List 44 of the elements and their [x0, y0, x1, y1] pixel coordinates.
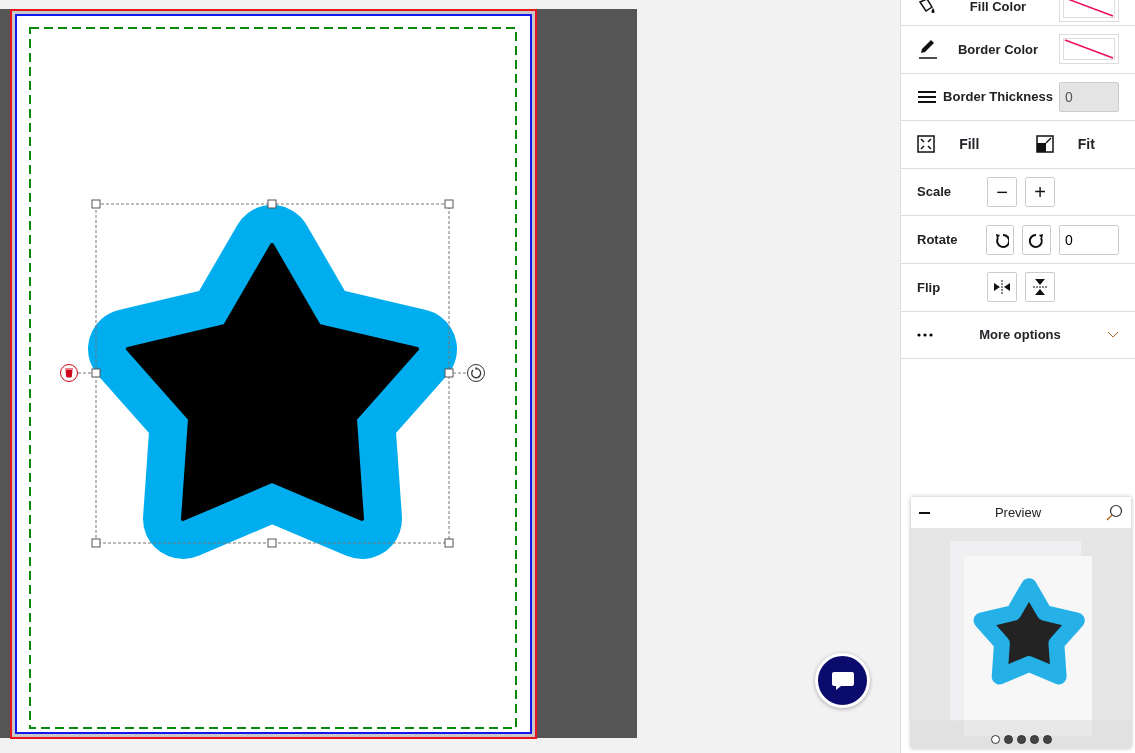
field-label: Scale [917, 183, 952, 202]
resize-handle[interactable] [444, 199, 454, 209]
resize-handle[interactable] [91, 368, 101, 378]
zoom-out-button[interactable]: − [987, 177, 1017, 208]
more-icon [917, 332, 933, 337]
delete-icon[interactable] [60, 364, 78, 382]
carousel-dot[interactable] [1016, 735, 1026, 744]
fit-button[interactable]: Fit [1019, 121, 1135, 168]
resize-handle[interactable] [267, 538, 277, 548]
resize-handle[interactable] [444, 368, 454, 378]
rotate-right-button[interactable] [1022, 224, 1051, 255]
zoom-in-button[interactable]: + [1025, 177, 1055, 208]
expand-icon [917, 135, 935, 154]
border-color-swatch[interactable] [1059, 34, 1119, 65]
field-label: Flip [917, 278, 942, 297]
resize-handle[interactable] [91, 199, 101, 209]
chat-button[interactable] [815, 653, 870, 708]
carousel-dot[interactable] [1003, 735, 1013, 744]
resize-handle[interactable] [444, 538, 454, 548]
rotate-handle-icon[interactable] [467, 364, 485, 382]
carousel-dot[interactable] [990, 735, 1000, 744]
field-label: Fill Color [968, 0, 1028, 17]
flip-vertical-icon [1031, 278, 1049, 297]
carousel-dot[interactable] [1042, 735, 1052, 744]
flip-vertical-button[interactable] [1025, 272, 1055, 303]
resize-handle[interactable] [267, 199, 277, 209]
fill-color-swatch[interactable] [1059, 0, 1119, 22]
flip-horizontal-icon [993, 278, 1011, 297]
resize-handle[interactable] [91, 538, 101, 548]
field-label: Border Thickness [942, 88, 1054, 107]
rotate-left-button[interactable] [985, 224, 1015, 255]
fill-button[interactable]: Fill [901, 121, 1020, 168]
rotate-field[interactable]: 0 [1059, 224, 1119, 255]
chevron-down-icon[interactable] [1107, 331, 1119, 339]
preview-title: Preview [993, 503, 1043, 522]
carousel-dot[interactable] [1029, 735, 1039, 744]
search-icon[interactable] [1105, 503, 1123, 522]
field-label: Border Color [956, 40, 1040, 59]
fit-icon [1035, 135, 1054, 154]
flip-horizontal-button[interactable] [987, 272, 1017, 303]
chat-icon [830, 669, 855, 692]
pencil-icon [917, 38, 937, 61]
more-options-button[interactable]: More options [933, 325, 1107, 345]
field-label: Rotate [917, 230, 959, 249]
